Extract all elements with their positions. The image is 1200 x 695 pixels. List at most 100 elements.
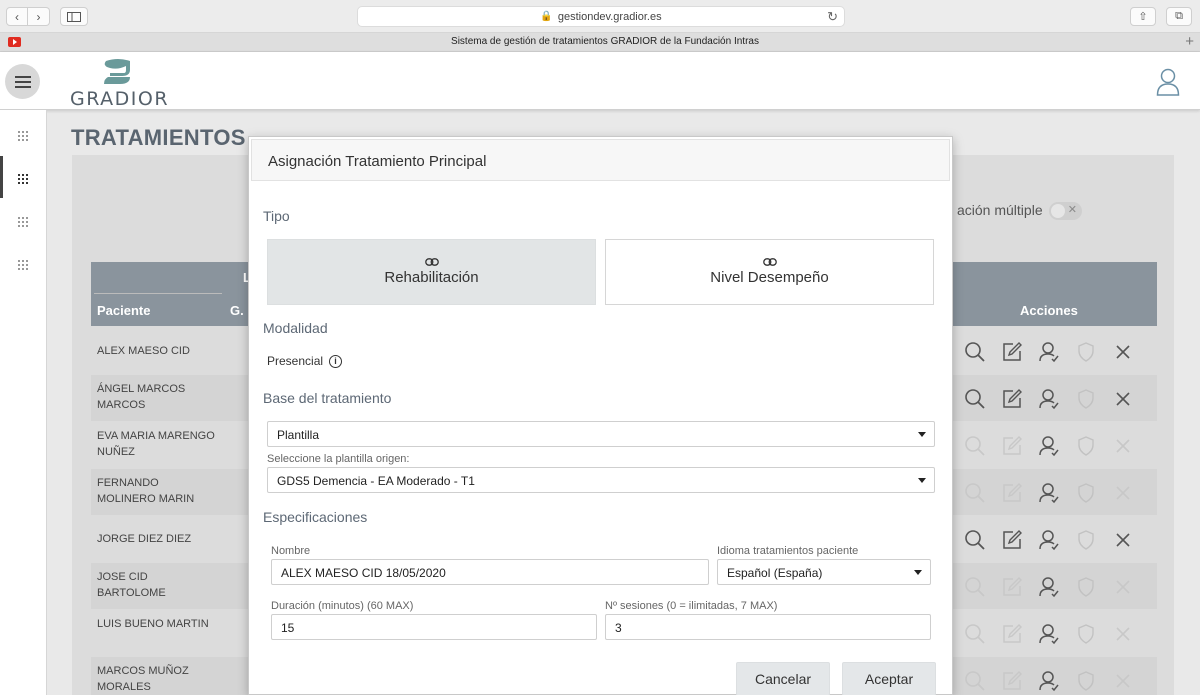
- close-icon[interactable]: [1111, 481, 1135, 505]
- grid-icon[interactable]: [18, 214, 28, 227]
- duracion-label: Duración (minutos) (60 MAX): [271, 600, 414, 612]
- tipo-nivel-desempeno-button[interactable]: Nivel Desempeño: [605, 239, 934, 305]
- grid-icon[interactable]: [18, 171, 28, 184]
- search-icon[interactable]: [963, 481, 987, 505]
- reload-icon[interactable]: ↻: [827, 9, 838, 25]
- close-icon[interactable]: [1111, 528, 1135, 552]
- duracion-input[interactable]: 15: [271, 614, 597, 640]
- tipo-nivel-desempeno-label: Nivel Desempeño: [710, 269, 829, 286]
- youtube-icon[interactable]: [8, 37, 21, 47]
- user-check-icon[interactable]: [1037, 481, 1061, 505]
- patient-name: LUIS BUENO MARTIN: [97, 618, 209, 630]
- edit-icon[interactable]: [1000, 669, 1024, 693]
- modalidad-value: Presencial i: [267, 354, 343, 368]
- shield-icon[interactable]: [1074, 340, 1098, 364]
- cancel-button[interactable]: Cancelar: [736, 662, 830, 695]
- link-icon: [762, 258, 777, 266]
- modal-header: Asignación Tratamiento Principal: [251, 139, 950, 181]
- grid-icon[interactable]: [18, 257, 28, 270]
- search-icon[interactable]: [963, 669, 987, 693]
- grid-icon[interactable]: [18, 128, 28, 141]
- search-icon[interactable]: [963, 575, 987, 599]
- gradior-logo[interactable]: GRADIOR: [70, 58, 170, 110]
- shield-icon[interactable]: [1074, 387, 1098, 411]
- column-header-paciente[interactable]: Paciente: [97, 303, 150, 318]
- idioma-select[interactable]: Español (España): [717, 559, 931, 585]
- new-tab-icon[interactable]: +: [1185, 33, 1194, 50]
- row-actions: [963, 528, 1135, 552]
- close-icon[interactable]: [1111, 434, 1135, 458]
- search-icon[interactable]: [963, 528, 987, 552]
- search-icon[interactable]: [963, 387, 987, 411]
- close-icon[interactable]: [1111, 669, 1135, 693]
- nombre-input[interactable]: ALEX MAESO CID 18/05/2020: [271, 559, 709, 585]
- search-icon[interactable]: [963, 340, 987, 364]
- user-check-icon[interactable]: [1037, 669, 1061, 693]
- tab-title[interactable]: Sistema de gestión de tratamientos GRADI…: [30, 36, 1180, 47]
- browser-toolbar: ‹ › 🔒 gestiondev.gradior.es ↻ ⇧ ⧉: [0, 0, 1200, 33]
- row-actions: [963, 669, 1135, 693]
- sesiones-input[interactable]: 3: [605, 614, 931, 640]
- shield-icon[interactable]: [1074, 669, 1098, 693]
- plantilla-select[interactable]: GDS5 Demencia - EA Moderado - T1: [267, 467, 935, 493]
- close-icon[interactable]: [1111, 622, 1135, 646]
- forward-icon[interactable]: ›: [28, 7, 50, 26]
- user-check-icon[interactable]: [1037, 434, 1061, 458]
- menu-icon[interactable]: [5, 64, 40, 99]
- tipo-rehabilitacion-button[interactable]: Rehabilitación: [267, 239, 596, 305]
- nombre-value: ALEX MAESO CID 18/05/2020: [281, 566, 446, 580]
- shield-icon[interactable]: [1074, 528, 1098, 552]
- sidebar-toggle-icon[interactable]: [60, 7, 88, 26]
- multi-assign-label: ación múltiple: [957, 202, 1043, 218]
- search-icon[interactable]: [963, 622, 987, 646]
- edit-icon[interactable]: [1000, 622, 1024, 646]
- row-actions: [963, 622, 1135, 646]
- multi-assign-toggle[interactable]: ✕: [1049, 202, 1082, 220]
- modalidad-text: Presencial: [267, 354, 324, 368]
- idioma-select-value: Español (España): [727, 566, 823, 580]
- duracion-value: 15: [281, 621, 295, 635]
- dropdown-arrow-icon: [914, 570, 922, 575]
- user-check-icon[interactable]: [1037, 575, 1061, 599]
- row-actions: [963, 434, 1135, 458]
- dropdown-arrow-icon: [918, 432, 926, 437]
- edit-icon[interactable]: [1000, 528, 1024, 552]
- modalidad-label: Modalidad: [263, 320, 328, 336]
- close-icon[interactable]: [1111, 387, 1135, 411]
- tipo-rehabilitacion-label: Rehabilitación: [384, 269, 479, 286]
- url-bar[interactable]: 🔒 gestiondev.gradior.es ↻: [357, 6, 845, 27]
- share-icon[interactable]: ⇧: [1130, 7, 1156, 26]
- especificaciones-label: Especificaciones: [263, 509, 368, 525]
- user-icon[interactable]: [1156, 68, 1180, 101]
- edit-icon[interactable]: [1000, 481, 1024, 505]
- base-select[interactable]: Plantilla: [267, 421, 935, 447]
- app-header: GRADIOR: [0, 52, 1200, 110]
- close-icon: ✕: [1067, 204, 1077, 216]
- edit-icon[interactable]: [1000, 340, 1024, 364]
- edit-icon[interactable]: [1000, 575, 1024, 599]
- accept-button[interactable]: Aceptar: [842, 662, 936, 695]
- row-actions: [963, 481, 1135, 505]
- close-icon[interactable]: [1111, 340, 1135, 364]
- idioma-label: Idioma tratamientos paciente: [717, 545, 859, 557]
- user-check-icon[interactable]: [1037, 528, 1061, 552]
- back-icon[interactable]: ‹: [6, 7, 28, 26]
- shield-icon[interactable]: [1074, 434, 1098, 458]
- assign-treatment-modal: Asignación Tratamiento Principal Tipo Re…: [248, 136, 953, 695]
- edit-icon[interactable]: [1000, 387, 1024, 411]
- edit-icon[interactable]: [1000, 434, 1024, 458]
- user-check-icon[interactable]: [1037, 340, 1061, 364]
- tab-bar: Sistema de gestión de tratamientos GRADI…: [0, 33, 1200, 52]
- shield-icon[interactable]: [1074, 481, 1098, 505]
- user-check-icon[interactable]: [1037, 622, 1061, 646]
- tabs-icon[interactable]: ⧉: [1166, 7, 1192, 26]
- shield-icon[interactable]: [1074, 622, 1098, 646]
- patient-name: JOSE CID BARTOLOME: [97, 571, 166, 599]
- info-icon[interactable]: i: [329, 354, 343, 368]
- base-label: Base del tratamiento: [263, 390, 392, 406]
- shield-icon[interactable]: [1074, 575, 1098, 599]
- search-icon[interactable]: [963, 434, 987, 458]
- column-header-g[interactable]: G.: [230, 303, 244, 318]
- user-check-icon[interactable]: [1037, 387, 1061, 411]
- close-icon[interactable]: [1111, 575, 1135, 599]
